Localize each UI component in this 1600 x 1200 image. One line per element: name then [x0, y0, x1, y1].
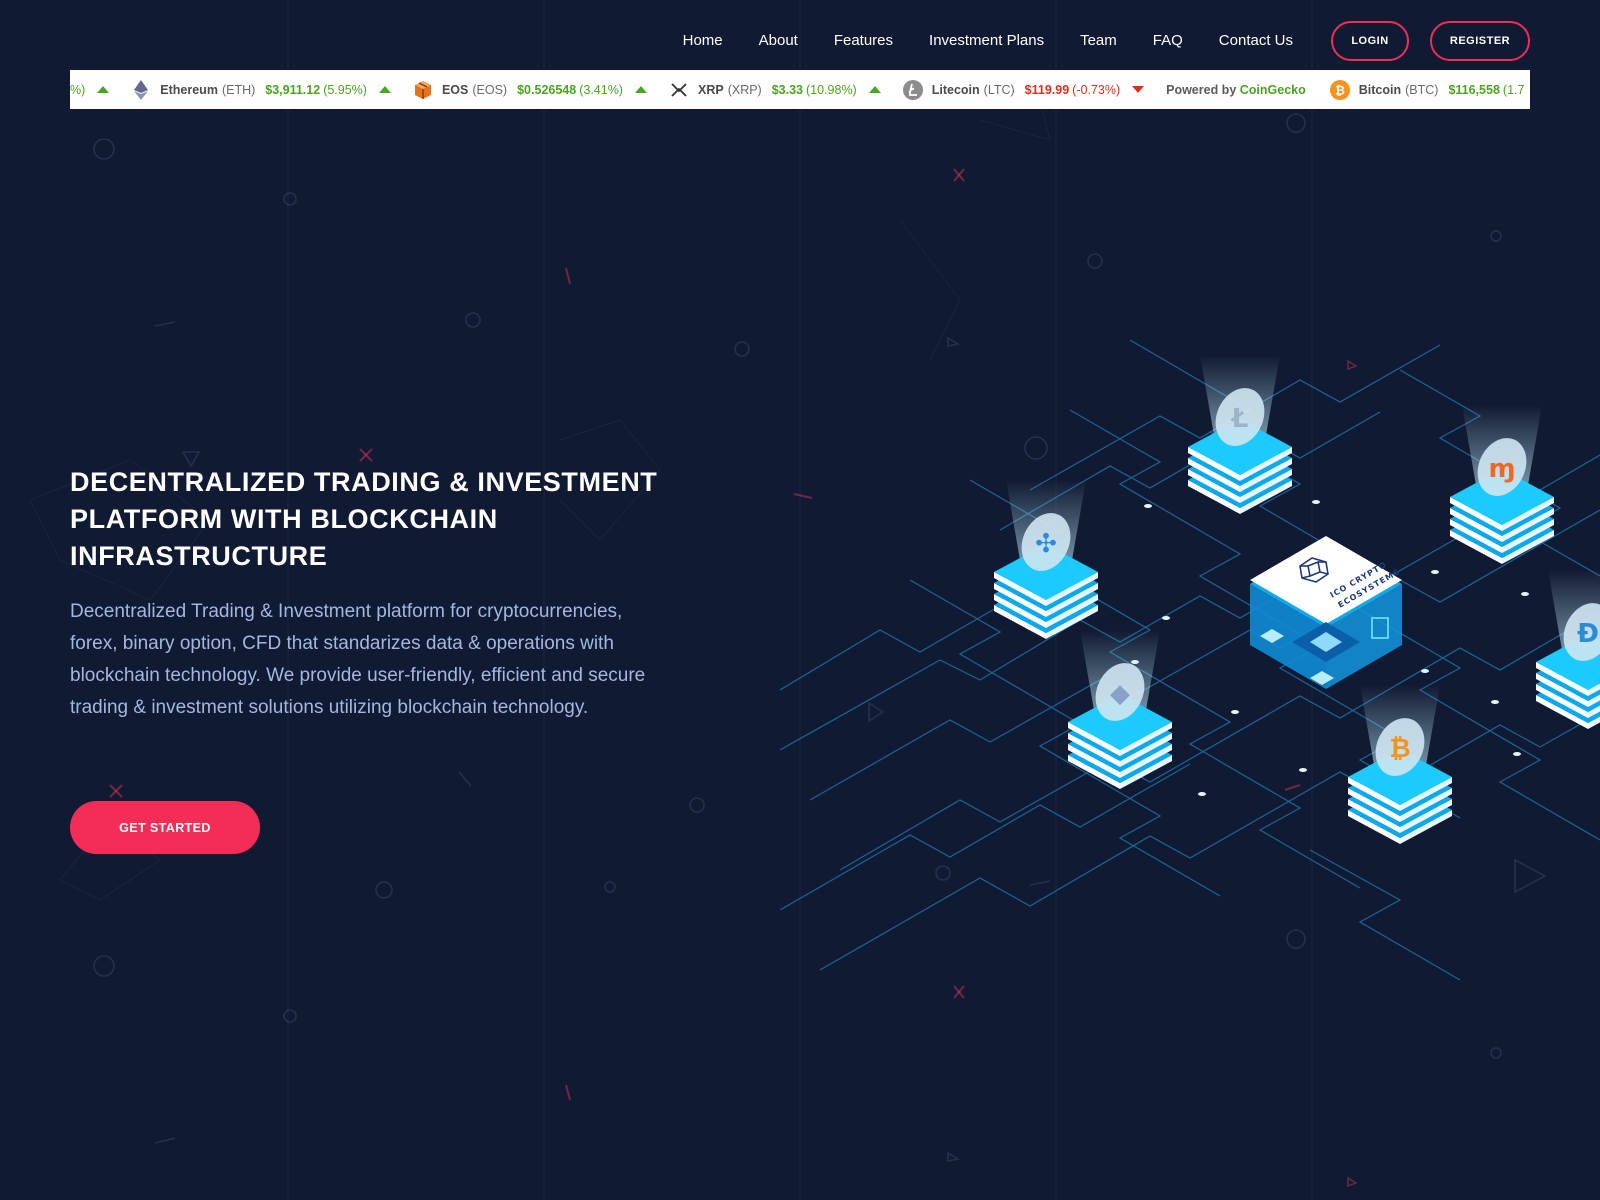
- svg-text:Ł: Ł: [1230, 404, 1249, 434]
- ticker-coin-change: (-0.73%): [1072, 82, 1121, 97]
- nav-link-contact-us[interactable]: Contact Us: [1219, 32, 1293, 49]
- ticker-item-xrp[interactable]: XRP (XRP) $3.33 (10.98%): [669, 70, 881, 109]
- ticker-coin-symbol: (EOS): [472, 82, 508, 97]
- ticker-track: %) Ethereum (ETH) $3,911.12 (5.95%) EOS …: [70, 70, 1530, 109]
- login-button[interactable]: LOGIN: [1331, 20, 1409, 61]
- xrp-icon: [669, 80, 689, 100]
- ticker-item-partial: %): [70, 70, 110, 109]
- ticker-coin-name: Bitcoin: [1358, 82, 1402, 97]
- ticker-partial-change: %): [70, 82, 86, 97]
- hero-title: DECENTRALIZED TRADING & INVESTMENT PLATF…: [70, 467, 658, 571]
- bitcoin-icon: ₿: [1329, 79, 1350, 100]
- svg-text:◆: ◆: [1110, 679, 1130, 709]
- register-button[interactable]: REGISTER: [1430, 20, 1530, 61]
- ticker-coin-symbol: (BTC): [1405, 82, 1439, 97]
- ticker-coin-name: Litecoin: [931, 82, 980, 97]
- trend-up-icon: [97, 86, 110, 93]
- trend-up-icon: [378, 86, 391, 93]
- ticker-item-ethereum[interactable]: Ethereum (ETH) $3,911.12 (5.95%): [131, 70, 391, 109]
- ticker-coin-price: $119.99: [1024, 82, 1070, 97]
- ticker-coin-price: $0.526548: [517, 82, 577, 97]
- price-ticker: %) Ethereum (ETH) $3,911.12 (5.95%) EOS …: [70, 70, 1530, 109]
- get-started-button[interactable]: GET STARTED: [70, 801, 260, 854]
- bitcoin-token-stack: ₿: [1348, 685, 1452, 844]
- ticker-coin-name: Ethereum: [160, 82, 218, 97]
- nav-link-investment-plans[interactable]: Investment Plans: [929, 32, 1044, 49]
- ticker-coin-change: (5.95%): [323, 82, 367, 97]
- ticker-coin-name: EOS: [441, 82, 469, 97]
- hero-description: Decentralized Trading & Investment platf…: [70, 601, 646, 718]
- nav-link-about[interactable]: About: [759, 32, 798, 49]
- ticker-coin-change: (1.7: [1502, 82, 1525, 97]
- ethereum-icon: [131, 79, 151, 100]
- trend-up-icon: [868, 86, 881, 93]
- ticker-item-bitcoin[interactable]: ₿ Bitcoin (BTC) $116,558 (1.7: [1329, 70, 1530, 109]
- svg-text:Đ: Đ: [1577, 619, 1599, 649]
- ticker-coin-change: (3.41%): [579, 82, 623, 97]
- ticker-coin-symbol: (XRP): [727, 82, 762, 97]
- ticker-coin-name: XRP: [697, 82, 724, 97]
- nav-link-faq[interactable]: FAQ: [1153, 32, 1183, 49]
- dash-token-stack: Đ: [1536, 570, 1600, 729]
- svg-text:₿: ₿: [1335, 83, 1345, 97]
- ticker-coin-price: $3,911.12: [265, 82, 321, 97]
- ticker-item-litecoin[interactable]: Litecoin (LTC) $119.99 (-0.73%): [902, 70, 1145, 109]
- nav-link-home[interactable]: Home: [683, 32, 723, 49]
- powered-by-prefix: Powered by: [1166, 82, 1237, 97]
- coingecko-link[interactable]: CoinGecko: [1240, 83, 1306, 97]
- svg-text:✣: ✣: [1035, 529, 1057, 559]
- ticker-coin-symbol: (LTC): [983, 82, 1015, 97]
- ticker-item-eos[interactable]: EOS (EOS) $0.526548 (3.41%): [413, 70, 647, 109]
- svg-text:ɱ: ɱ: [1488, 454, 1515, 484]
- ico-ecosystem-cube: ICO CRYPTO ECOSYSTEMS: [1250, 536, 1402, 689]
- nav-link-team[interactable]: Team: [1080, 32, 1117, 49]
- ticker-coin-price: $116,558: [1448, 82, 1500, 97]
- powered-by-coingecko[interactable]: Powered by CoinGecko: [1166, 83, 1306, 97]
- ethereum-token-stack: ◆: [1068, 630, 1172, 789]
- monero-token-stack: ɱ: [1450, 405, 1554, 564]
- xrp-token-stack: ✣: [994, 480, 1098, 639]
- blockchain-network-illustration: Łɱ ✣ ◆ ₿ Đ ICO CRYPTO ECOSYSTEMS: [780, 339, 1600, 981]
- ticker-coin-price: $3.33: [771, 82, 803, 97]
- svg-text:₿: ₿: [1389, 734, 1410, 764]
- litecoin-token-stack: Ł: [1188, 355, 1292, 514]
- trend-down-icon: [1132, 86, 1145, 93]
- eos-icon: [413, 80, 433, 100]
- nav-link-features[interactable]: Features: [834, 32, 893, 49]
- trend-up-icon: [634, 86, 647, 93]
- ticker-coin-symbol: (ETH): [221, 82, 256, 97]
- ticker-coin-change: (10.98%): [806, 82, 857, 97]
- litecoin-icon: [902, 79, 923, 100]
- main-navigation: Home About Features Investment Plans Tea…: [683, 19, 1530, 62]
